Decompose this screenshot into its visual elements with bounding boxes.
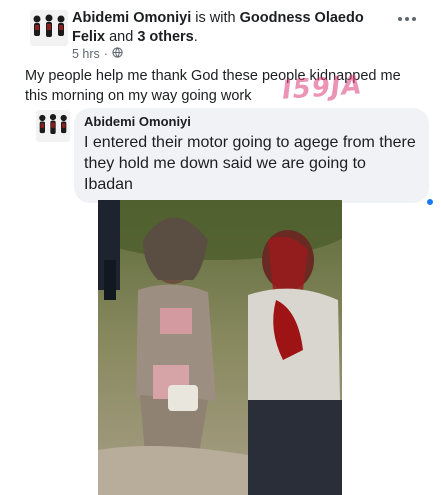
- post-header-text: Abidemi Omoniyi is with Goodness Olaedo …: [72, 9, 392, 47]
- period-text: .: [193, 29, 198, 45]
- post-header: Abidemi Omoniyi is with Goodness Olaedo …: [10, 6, 435, 61]
- comment-avatar[interactable]: [36, 110, 70, 142]
- comment-text: I entered their motor going to agege fro…: [84, 134, 416, 193]
- and-text: and: [109, 29, 134, 45]
- globe-icon: [112, 47, 123, 61]
- with-text: is with: [195, 10, 236, 26]
- author-name[interactable]: Abidemi Omoniyi: [72, 10, 191, 26]
- watermark: I59JA: [281, 70, 364, 106]
- post-meta: 5 hrs ·: [72, 47, 123, 61]
- dot-separator: ·: [103, 47, 108, 61]
- more-options-icon[interactable]: [397, 14, 417, 24]
- post-body-text: My people help me thank God these people…: [25, 68, 401, 104]
- author-avatar[interactable]: [30, 10, 68, 46]
- reaction-icon[interactable]: [425, 197, 435, 207]
- others-link[interactable]: 3 others: [137, 29, 193, 45]
- comment-author[interactable]: Abidemi Omoniyi: [84, 114, 419, 130]
- comment-bubble: Abidemi Omoniyi I entered their motor go…: [74, 108, 435, 207]
- post-time[interactable]: 5 hrs: [72, 47, 100, 61]
- post-photo[interactable]: [98, 200, 342, 495]
